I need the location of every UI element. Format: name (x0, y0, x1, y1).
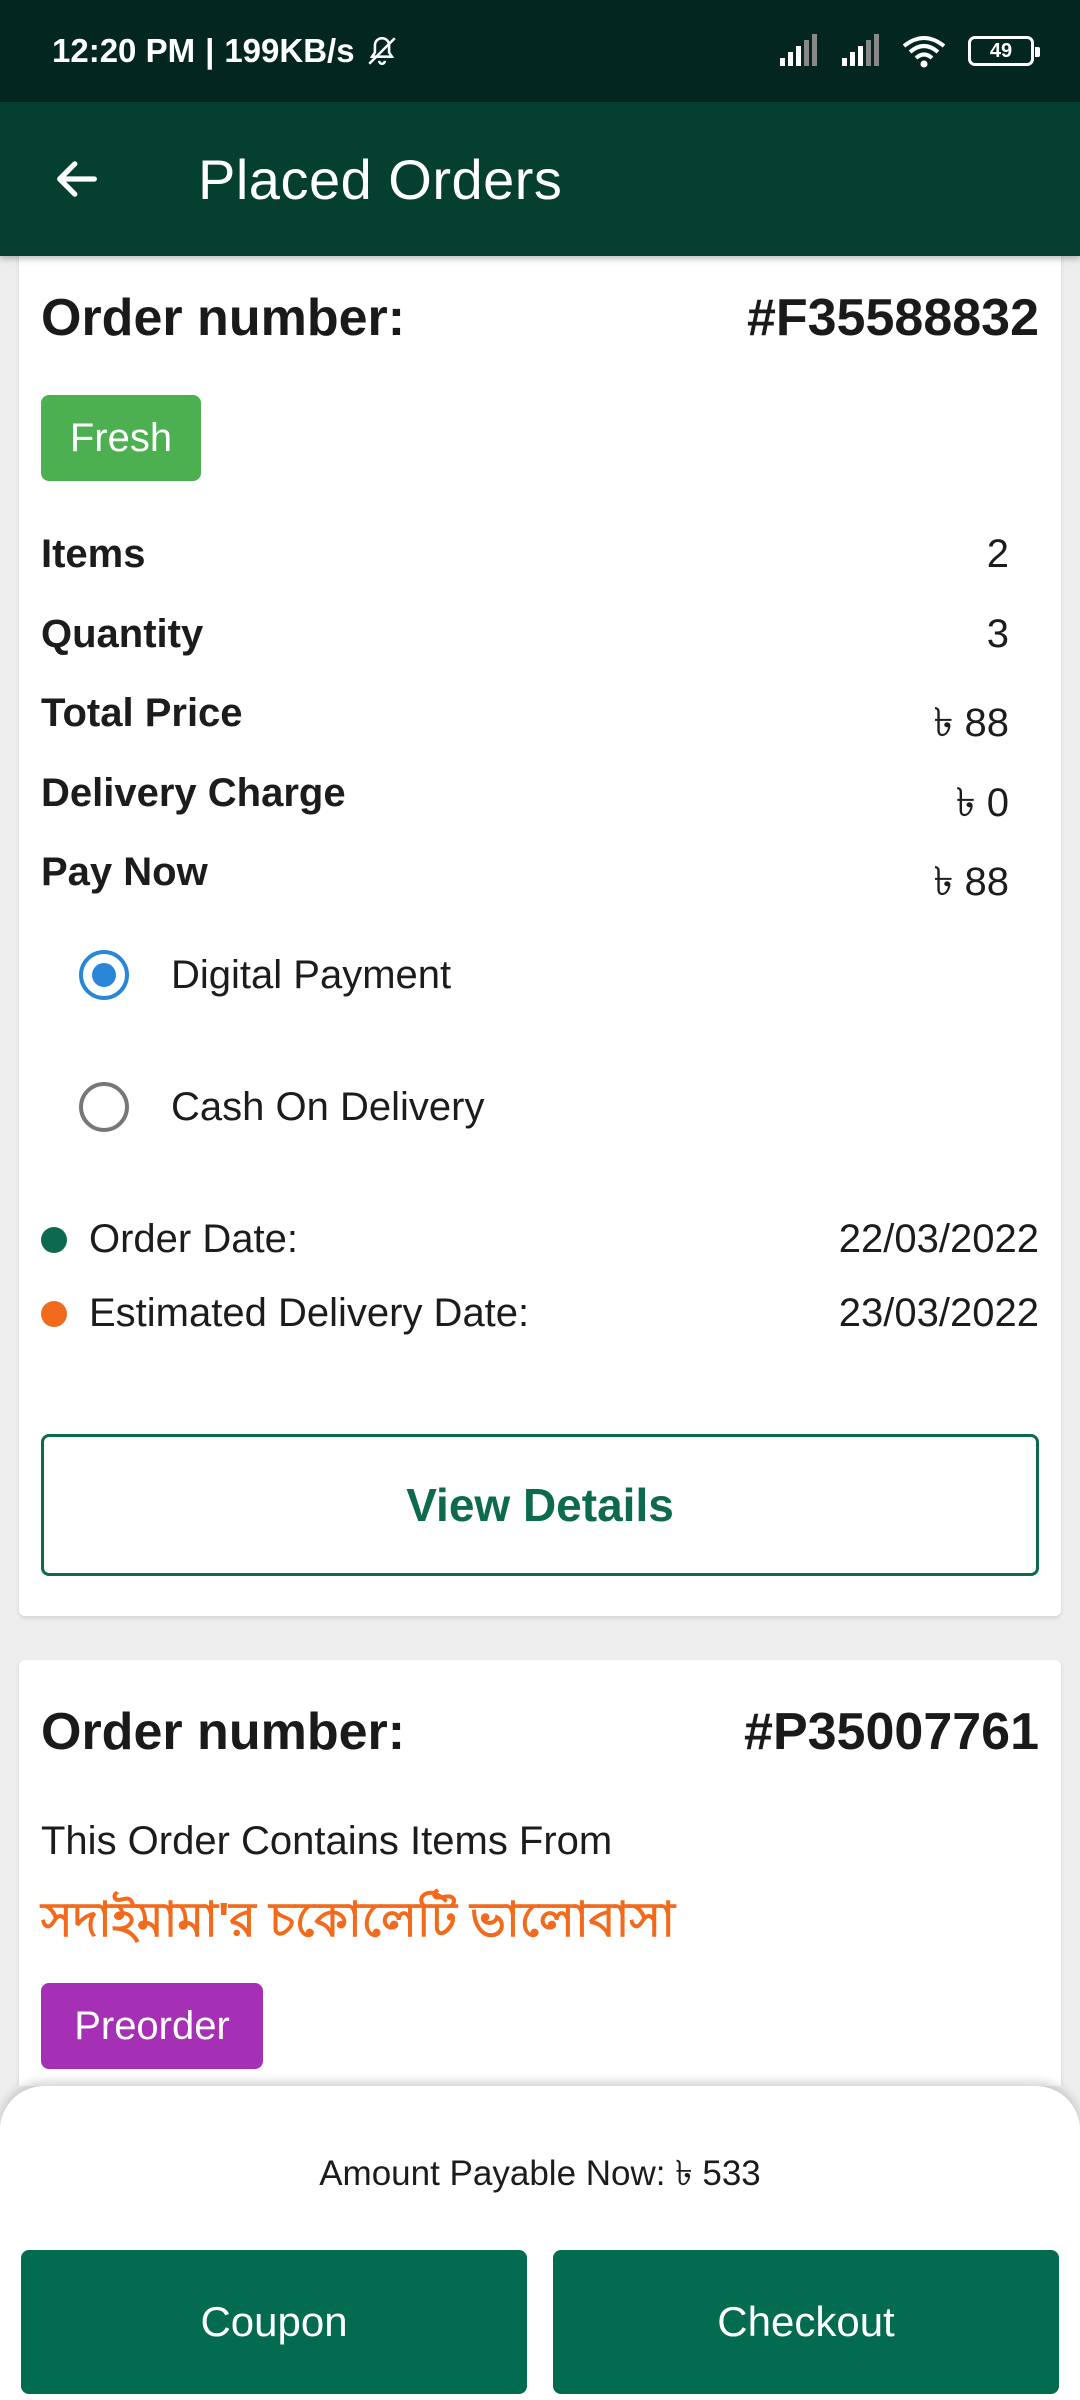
order-header: Order number: #F35588832 (41, 288, 1039, 348)
order-card: Order number: #F35588832 Fresh Items 2 Q… (19, 256, 1061, 1616)
shop-name: সদাইমামা'র চকোলেটি ভালোবাসা (41, 1894, 675, 1947)
status-right: 49 (778, 34, 1040, 68)
summary-value: ৳ 0 (955, 781, 1009, 825)
signal-icon (780, 34, 817, 66)
bottom-sheet: Amount Payable Now: ৳ 533 Coupon Checkou… (0, 2086, 1080, 2400)
summary-value: 2 (986, 532, 1009, 576)
arrow-left-icon (57, 161, 97, 197)
summary-row-items: Items 2 (41, 532, 1009, 577)
payment-option-digital[interactable]: Digital Payment (79, 950, 451, 1000)
order-number-label: Order number: (41, 289, 406, 347)
order-card: Order number: #P35007761 This Order Cont… (19, 1660, 1061, 2086)
status-divider: | (205, 32, 215, 69)
order-date-label: Order Date: (89, 1217, 298, 1261)
summary-row-pay-now: Pay Now ৳ 88 (41, 850, 1009, 917)
payment-option-label: Cash On Delivery (171, 1084, 485, 1129)
order-date-row: Order Date: 22/03/2022 (41, 1217, 1039, 1262)
status-bar: 12:20 PM | 199KB/s 49 (0, 0, 1080, 102)
delivery-date-left: Estimated Delivery Date: (41, 1291, 529, 1336)
delivery-date-value: 23/03/2022 (838, 1291, 1039, 1335)
delivery-date-row: Estimated Delivery Date: 23/03/2022 (41, 1291, 1039, 1336)
summary-value: 3 (986, 612, 1009, 656)
summary-row-delivery-charge: Delivery Charge ৳ 0 (41, 771, 1009, 838)
checkout-button[interactable]: Checkout (553, 2250, 1059, 2394)
battery-icon: 49 (968, 36, 1040, 66)
battery-level: 49 (989, 39, 1013, 62)
signal-icon (842, 34, 879, 66)
radio-checked-icon[interactable] (79, 950, 129, 1000)
payment-option-cod[interactable]: Cash On Delivery (79, 1082, 484, 1132)
order-type-badge: Fresh (41, 395, 201, 481)
summary-label: Total Price (41, 691, 243, 735)
payment-option-label: Digital Payment (171, 952, 452, 997)
order-header: Order number: #P35007761 (41, 1702, 1039, 1762)
summary-row-total-price: Total Price ৳ 88 (41, 691, 1009, 758)
amount-payable: Amount Payable Now: ৳ 533 (319, 2154, 761, 2193)
order-number: #P35007761 (744, 1703, 1039, 1761)
summary-label: Delivery Charge (41, 771, 346, 815)
order-contains-text: This Order Contains Items From (41, 1819, 613, 1863)
summary-label: Pay Now (41, 850, 208, 894)
order-type-badge: Preorder (41, 1983, 263, 2069)
dot-icon (41, 1300, 67, 1327)
page-title: Placed Orders (198, 147, 563, 211)
back-button[interactable] (0, 102, 154, 256)
bell-off-icon (367, 36, 396, 65)
summary-label: Quantity (41, 612, 204, 656)
order-number-label: Order number: (41, 1703, 406, 1761)
status-speed: 199KB/s (224, 32, 355, 69)
radio-unchecked-icon[interactable] (79, 1082, 129, 1132)
wifi-icon (902, 36, 946, 68)
app-bar: Placed Orders (0, 102, 1080, 256)
order-date-left: Order Date: (41, 1217, 298, 1262)
status-time: 12:20 PM (52, 32, 196, 69)
view-details-button[interactable]: View Details (41, 1434, 1039, 1576)
status-left: 12:20 PM | 199KB/s (52, 32, 399, 70)
order-number: #F35588832 (746, 289, 1039, 347)
orders-list[interactable]: Order number: #F35588832 Fresh Items 2 Q… (0, 256, 1080, 2086)
summary-row-quantity: Quantity 3 (41, 612, 1009, 657)
summary-value: ৳ 88 (933, 701, 1009, 745)
delivery-date-label: Estimated Delivery Date: (89, 1291, 530, 1335)
summary-value: ৳ 88 (933, 860, 1009, 904)
summary-label: Items (41, 532, 146, 576)
order-date-value: 22/03/2022 (838, 1217, 1039, 1261)
dot-icon (41, 1226, 67, 1253)
coupon-button[interactable]: Coupon (21, 2250, 527, 2394)
